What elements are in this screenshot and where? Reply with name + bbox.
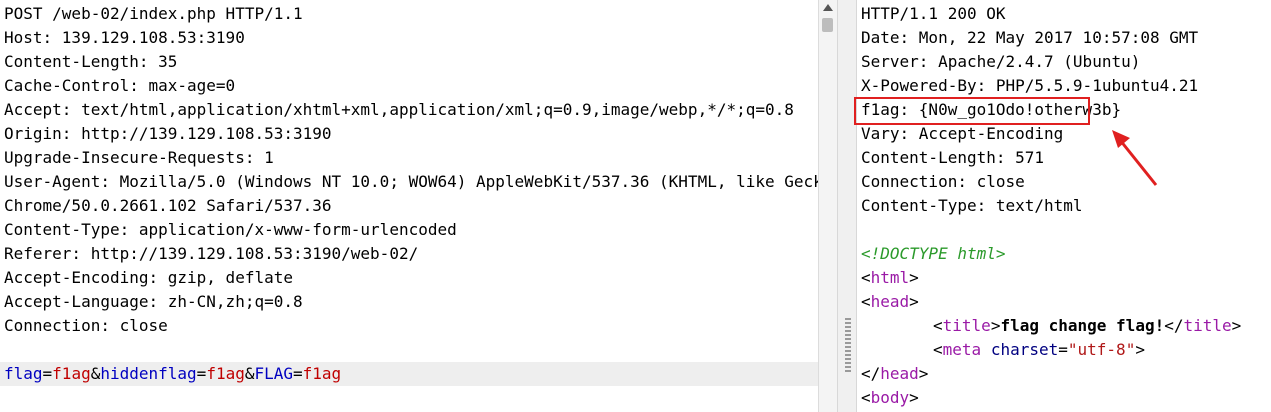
header-accept-encoding: Accept-Encoding: gzip, deflate — [4, 268, 293, 287]
pane-splitter[interactable] — [837, 0, 857, 412]
header-user-agent: User-Agent: Mozilla/5.0 (Windows NT 10.0… — [4, 172, 818, 191]
annotation-arrow-icon — [1112, 130, 1158, 186]
header-x-powered-by: X-Powered-By: PHP/5.5.9-1ubuntu4.21 — [861, 76, 1199, 95]
param-key: flag — [4, 364, 43, 383]
title-element: <title>flag change flag!</title> — [933, 316, 1242, 335]
header-user-agent-cont: Chrome/50.0.2661.102 Safari/537.36 — [4, 196, 332, 215]
tag-name: head — [870, 292, 910, 311]
head-open-tag: <head> — [861, 292, 919, 311]
param-key: hiddenflag — [100, 364, 197, 383]
header-cache-control: Cache-Control: max-age=0 — [4, 76, 236, 95]
param-value: f1ag — [206, 364, 245, 383]
tag-name: head — [880, 364, 919, 383]
tag-name: title — [942, 316, 991, 335]
pane-resize-grip-icon[interactable] — [845, 318, 851, 374]
header-vary: Vary: Accept-Encoding — [861, 124, 1064, 143]
param-value: f1ag — [52, 364, 91, 383]
header-content-type: Content-Type: application/x-www-form-url… — [4, 220, 457, 239]
param-separator: & — [90, 364, 101, 383]
param-key: FLAG — [254, 364, 294, 383]
header-content-length: Content-Length: 35 — [4, 52, 178, 71]
flag-highlight-box — [854, 97, 1090, 125]
response-pane[interactable]: HTTP/1.1 200 OK Date: Mon, 22 May 2017 1… — [857, 0, 1271, 412]
header-content-length: Content-Length: 571 — [861, 148, 1045, 167]
head-close-tag: </head> — [861, 364, 929, 383]
attr-name: charset — [990, 340, 1059, 359]
header-host: Host: 139.129.108.53:3190 — [4, 28, 245, 47]
request-line: POST /web-02/index.php HTTP/1.1 — [4, 4, 303, 23]
tag-name: meta — [942, 340, 982, 359]
param-equals: = — [42, 364, 53, 383]
scroll-thumb[interactable] — [822, 18, 833, 32]
header-accept-language: Accept-Language: zh-CN,zh;q=0.8 — [4, 292, 303, 311]
status-line: HTTP/1.1 200 OK — [861, 4, 1006, 23]
title-text: flag change flag! — [1000, 316, 1165, 335]
attr-value: "utf-8" — [1067, 340, 1136, 359]
html-doctype: <!DOCTYPE html> — [861, 244, 1006, 263]
header-content-type: Content-Type: text/html — [861, 196, 1083, 215]
header-origin: Origin: http://139.129.108.53:3190 — [4, 124, 332, 143]
tag-name: html — [870, 268, 910, 287]
meta-element: <meta charset="utf-8"> — [933, 340, 1145, 359]
param-equals: = — [196, 364, 207, 383]
scroll-up-arrow-icon[interactable] — [823, 4, 833, 11]
request-pane[interactable]: POST /web-02/index.php HTTP/1.1 Host: 13… — [0, 0, 818, 412]
tag-name: title — [1183, 316, 1232, 335]
tag-name: body — [870, 388, 910, 407]
header-connection: Connection: close — [4, 316, 168, 335]
header-date: Date: Mon, 22 May 2017 10:57:08 GMT — [861, 28, 1199, 47]
header-upgrade-insecure: Upgrade-Insecure-Requests: 1 — [4, 148, 274, 167]
header-server: Server: Apache/2.4.7 (Ubuntu) — [861, 52, 1141, 71]
header-accept: Accept: text/html,application/xhtml+xml,… — [4, 100, 794, 119]
param-value: f1ag — [302, 364, 342, 383]
body-open-tag: <body> — [861, 388, 919, 407]
header-referer: Referer: http://139.129.108.53:3190/web-… — [4, 244, 419, 263]
request-scrollbar[interactable] — [818, 0, 837, 412]
html-open-tag: <html> — [861, 268, 919, 287]
request-body: flag=f1ag&hiddenflag=f1ag&FLAG=f1ag — [4, 362, 341, 386]
param-equals: = — [293, 364, 303, 383]
header-connection: Connection: close — [861, 172, 1025, 191]
